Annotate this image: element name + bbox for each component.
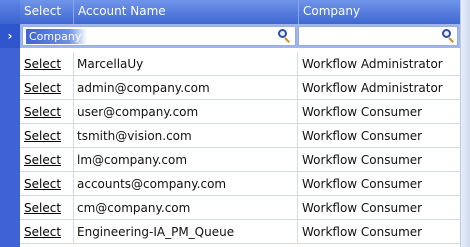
- account-name-cell: Engineering-IA_PM_Queue: [77, 225, 235, 239]
- select-link[interactable]: Select: [20, 100, 72, 124]
- company-cell: Workflow Consumer: [302, 177, 423, 191]
- company-cell: Workflow Consumer: [302, 153, 423, 167]
- magnifier-icon[interactable]: [277, 29, 291, 43]
- column-header-company[interactable]: Company: [299, 0, 460, 24]
- gutter-header: [0, 0, 20, 24]
- table-row[interactable]: Select accounts@company.com Workflow Consu…: [20, 172, 460, 196]
- column-header-account-name[interactable]: Account Name: [74, 0, 298, 24]
- select-link[interactable]: Select: [20, 124, 72, 148]
- select-link[interactable]: Select: [20, 220, 72, 244]
- account-name-cell: admin@company.com: [77, 81, 210, 95]
- column-header-select[interactable]: Select: [20, 0, 73, 24]
- account-name-cell: MarcellaUy: [77, 57, 144, 71]
- table-row[interactable]: Select lm@company.com Workflow Consumer: [20, 148, 460, 172]
- grid-header: Select Account Name Company: [20, 0, 460, 24]
- select-link[interactable]: Select: [20, 196, 72, 220]
- account-name-cell: cm@company.com: [77, 201, 191, 215]
- account-filter-input[interactable]: Company: [22, 26, 296, 46]
- account-name-cell: accounts@company.com: [77, 177, 227, 191]
- table-row[interactable]: Select user@company.com Workflow Consumer: [20, 100, 460, 124]
- chevron-right-icon: ›: [0, 24, 20, 48]
- accounts-grid: › Select Account Name Company Company Se…: [0, 0, 470, 247]
- table-row[interactable]: Select cm@company.com Workflow Consumer: [20, 196, 460, 220]
- company-cell: Workflow Administrator: [302, 81, 443, 95]
- select-link[interactable]: Select: [20, 76, 72, 100]
- grid-body: Select MarcellaUy Workflow Administrator Se…: [20, 52, 460, 244]
- account-name-cell: lm@company.com: [77, 153, 188, 167]
- account-name-cell: user@company.com: [77, 105, 199, 119]
- select-link[interactable]: Select: [20, 148, 72, 172]
- company-cell: Workflow Consumer: [302, 225, 423, 239]
- vertical-scrollbar[interactable]: [460, 0, 470, 247]
- company-cell: Workflow Administrator: [302, 57, 443, 71]
- account-name-cell: tsmith@vision.com: [77, 129, 192, 143]
- filter-row: Company: [20, 24, 460, 48]
- table-row[interactable]: Select tsmith@vision.com Workflow Consumer: [20, 124, 460, 148]
- company-cell: Workflow Consumer: [302, 105, 423, 119]
- filter-placeholder: Company: [26, 29, 88, 44]
- select-link[interactable]: Select: [20, 172, 72, 196]
- table-row[interactable]: Select MarcellaUy Workflow Administrator: [20, 52, 460, 76]
- company-cell: Workflow Consumer: [302, 129, 423, 143]
- table-row[interactable]: Select Engineering-IA_PM_Queue Workflow Co…: [20, 220, 460, 244]
- table-row[interactable]: Select admin@company.com Workflow Administ…: [20, 76, 460, 100]
- magnifier-icon[interactable]: [441, 29, 455, 43]
- select-link[interactable]: Select: [20, 52, 72, 76]
- company-cell: Workflow Consumer: [302, 201, 423, 215]
- company-filter-input[interactable]: [298, 26, 458, 46]
